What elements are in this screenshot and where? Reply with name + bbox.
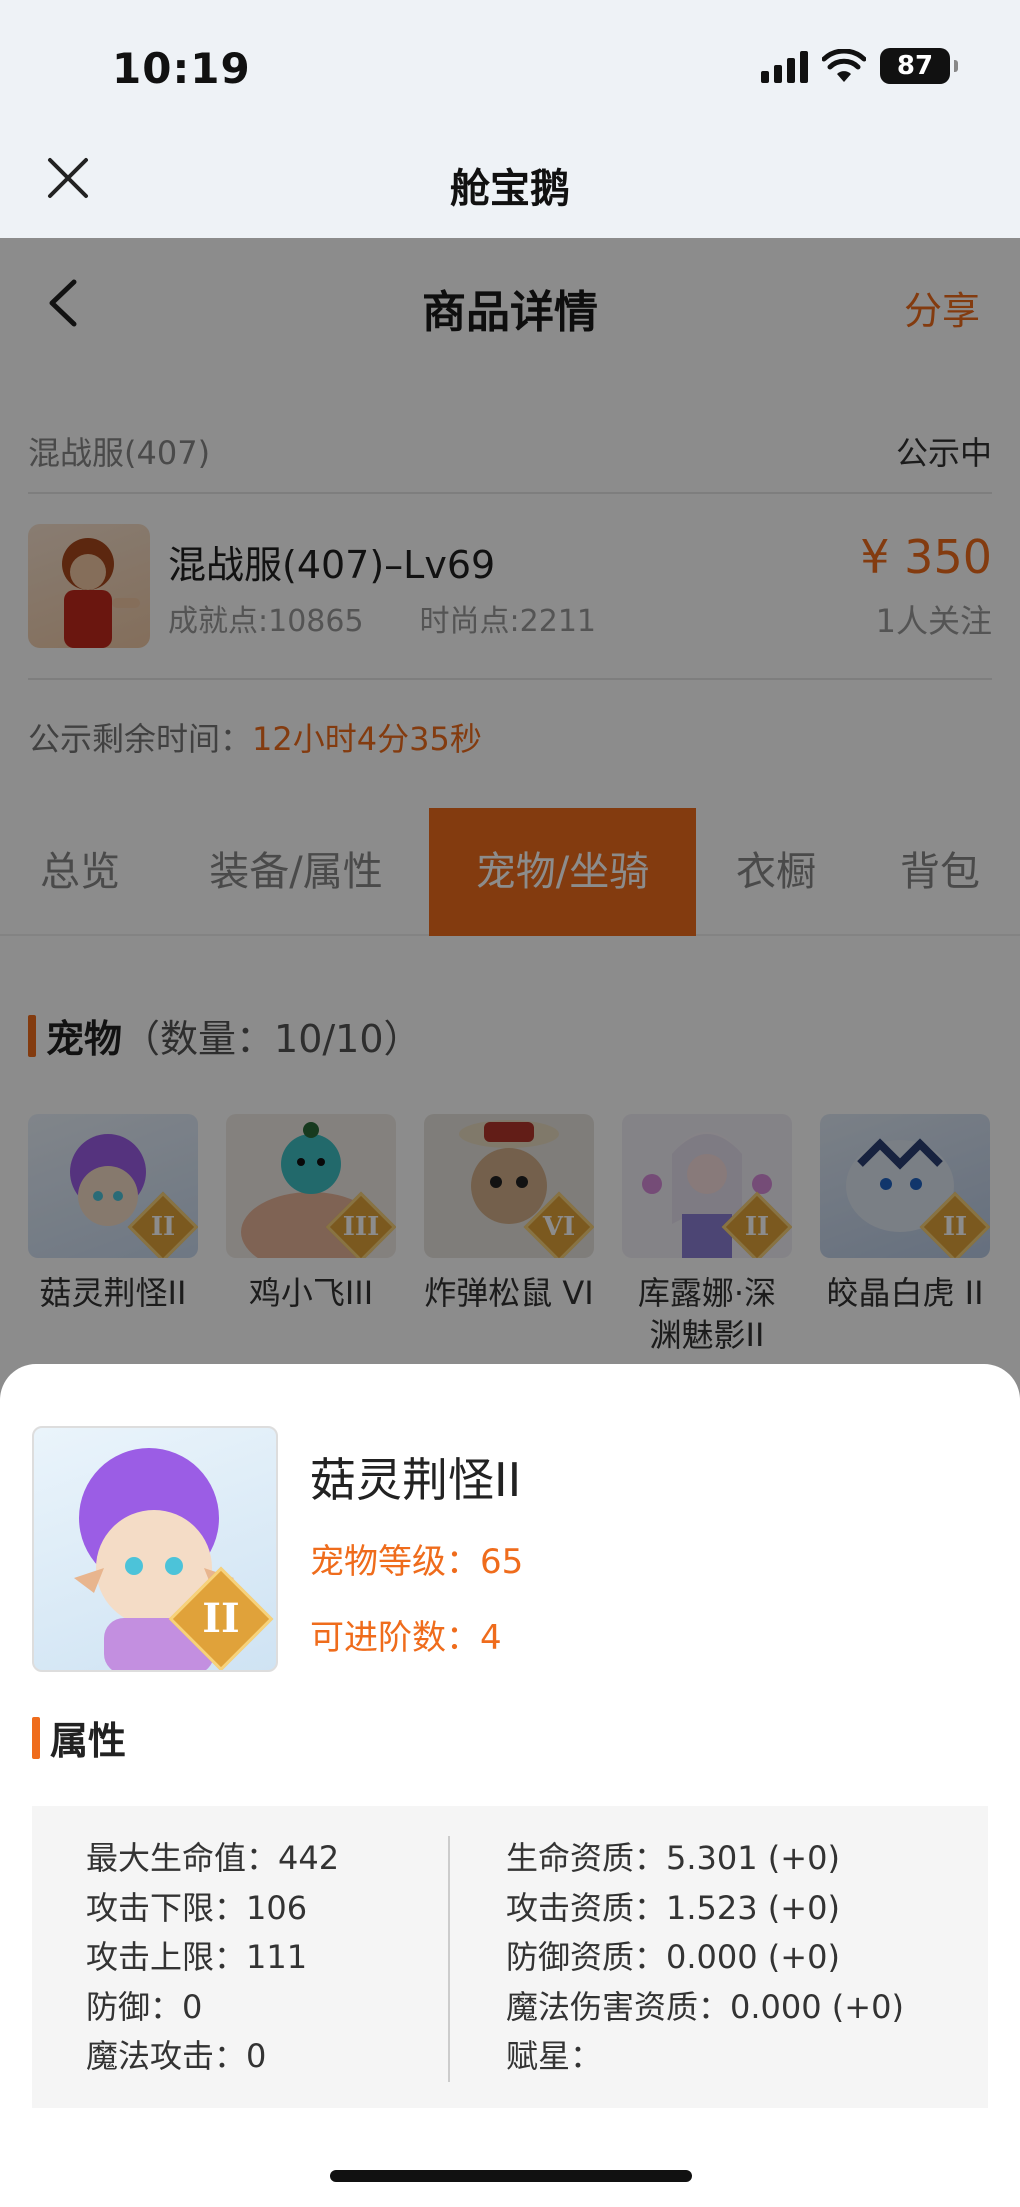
section-accent-bar bbox=[32, 1716, 40, 1759]
attribute-item: 魔法攻击：0 bbox=[86, 2037, 267, 2075]
attribute-item: 赋星： bbox=[506, 2037, 603, 2075]
attribute-item: 攻击上限：111 bbox=[86, 1938, 308, 1976]
status-time: 10:19 bbox=[112, 44, 251, 93]
attributes-left-column: 最大生命值：442 攻击下限：106 攻击上限：111 防御：0 魔法攻击：0 bbox=[86, 1834, 339, 2082]
pet-detail-name: 菇灵荆怪II bbox=[310, 1453, 522, 1507]
attribute-item: 生命资质：5.301 (+0) bbox=[506, 1839, 840, 1877]
attribute-item: 最大生命值：442 bbox=[86, 1839, 340, 1877]
status-icons: 87 bbox=[761, 48, 958, 84]
pet-advance-count: 可进阶数：4 bbox=[310, 1618, 502, 1658]
battery-icon: 87 bbox=[880, 48, 958, 84]
attributes-panel: 最大生命值：442 攻击下限：106 攻击上限：111 防御：0 魔法攻击：0 … bbox=[32, 1806, 988, 2108]
pet-level: 宠物等级：65 bbox=[310, 1542, 524, 1582]
wifi-icon bbox=[822, 49, 866, 82]
attribute-item: 魔法伤害资质：0.000 (+0) bbox=[506, 1987, 904, 2026]
column-divider bbox=[448, 1836, 450, 2082]
attribute-item: 防御资质：0.000 (+0) bbox=[506, 1938, 840, 1976]
attribute-item: 攻击资质：1.523 (+0) bbox=[506, 1888, 840, 1927]
app-title: 舱宝鹅 bbox=[450, 166, 570, 212]
attributes-title: 属性 bbox=[50, 1719, 127, 1763]
attribute-item: 防御：0 bbox=[86, 1987, 203, 2026]
attributes-header: 属性 bbox=[32, 1710, 126, 1765]
home-indicator[interactable] bbox=[330, 2170, 692, 2182]
cellular-signal-icon bbox=[761, 49, 808, 83]
app-header: 舱宝鹅 bbox=[0, 132, 1020, 238]
pet-detail-sheet: II 菇灵荆怪II 宠物等级：65 可进阶数：4 属性 最大生命值：442 攻击… bbox=[0, 1364, 1020, 2207]
pet-detail-image: II bbox=[32, 1426, 278, 1672]
status-bar: 10:19 87 bbox=[0, 0, 1020, 132]
attributes-right-column: 生命资质：5.301 (+0) 攻击资质：1.523 (+0) 防御资质：0.0… bbox=[506, 1834, 904, 2082]
attribute-item: 攻击下限：106 bbox=[86, 1888, 308, 1927]
